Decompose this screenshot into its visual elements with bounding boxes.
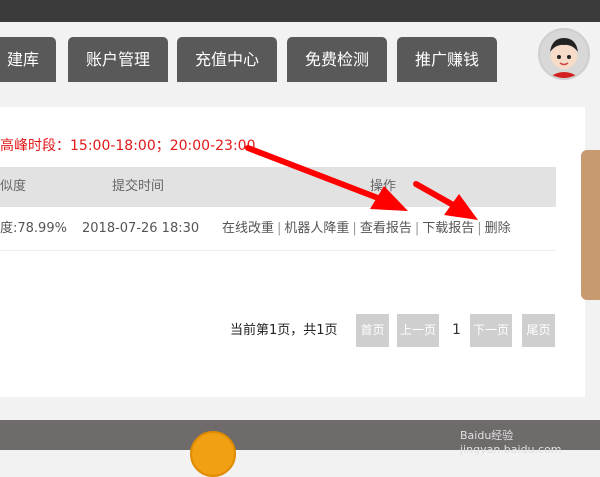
action-robot-rewrite[interactable]: 机器人降重 xyxy=(284,221,349,236)
cell-similarity: 度:78.99% xyxy=(0,207,67,250)
page-summary: 当前第1页，共1页 xyxy=(230,314,338,347)
cell-submit-time: 2018-07-26 18:30 xyxy=(82,207,199,250)
nav-tab-free-check[interactable]: 免费检测 xyxy=(287,37,387,82)
nav-tab-library[interactable]: 建库 xyxy=(0,37,56,82)
action-view-report[interactable]: 查看报告 xyxy=(360,221,412,236)
watermark: Baidu经验 jingyan.baidu.com xyxy=(460,427,562,456)
nav-tab-promote[interactable]: 推广赚钱 xyxy=(397,37,497,82)
table-header: 似度 提交时间 操作 xyxy=(0,167,556,207)
page-last-button[interactable]: 尾页 xyxy=(522,314,555,347)
page-prev-button[interactable]: 上一页 xyxy=(397,314,439,347)
page-next-button[interactable]: 下一页 xyxy=(470,314,512,347)
nav-tab-recharge[interactable]: 充值中心 xyxy=(177,37,277,82)
page-current-number: 1 xyxy=(452,314,461,347)
nav-tab-account[interactable]: 账户管理 xyxy=(68,37,168,82)
header-actions: 操作 xyxy=(370,167,396,207)
report-panel: 高峰时段：15:00-18:00；20:00-23:00 似度 提交时间 操作 … xyxy=(0,107,585,397)
header-submit-time: 提交时间 xyxy=(112,167,164,207)
page-first-button[interactable]: 首页 xyxy=(356,314,389,347)
user-avatar-icon[interactable] xyxy=(538,28,590,80)
action-separator: | xyxy=(415,221,419,236)
side-float-tab[interactable] xyxy=(581,150,600,300)
top-bar xyxy=(0,0,600,22)
header-similarity: 似度 xyxy=(0,167,26,207)
peak-hours-notice: 高峰时段：15:00-18:00；20:00-23:00 xyxy=(0,135,256,155)
action-separator: | xyxy=(352,221,356,236)
table-row: 度:78.99% 2018-07-26 18:30 在线改重|机器人降重|查看报… xyxy=(0,207,556,251)
watermark-brand: Baidu经验 xyxy=(460,427,562,443)
action-separator: | xyxy=(277,221,281,236)
row-actions: 在线改重|机器人降重|查看报告|下载报告|删除 xyxy=(222,207,511,250)
action-delete[interactable]: 删除 xyxy=(485,221,511,236)
action-online-rewrite[interactable]: 在线改重 xyxy=(222,221,274,236)
action-separator: | xyxy=(477,221,481,236)
action-download-report[interactable]: 下载报告 xyxy=(422,221,474,236)
footer-mascot-icon xyxy=(190,431,236,477)
